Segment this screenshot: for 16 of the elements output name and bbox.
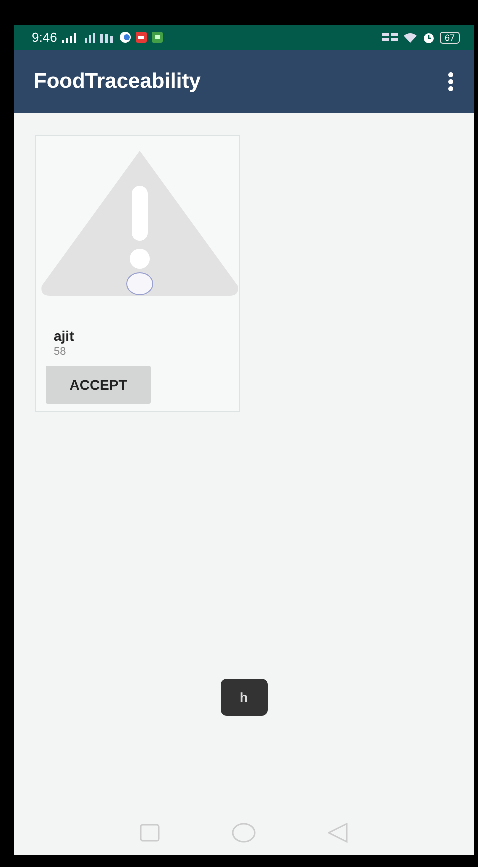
accept-button[interactable]: ACCEPT <box>46 366 151 404</box>
battery-indicator: 67 <box>440 32 460 44</box>
toast-message: h <box>220 679 268 716</box>
home-icon[interactable] <box>232 822 256 842</box>
item-name: ajit <box>54 328 74 344</box>
alarm-icon <box>422 32 435 44</box>
more-options-icon[interactable] <box>448 72 454 92</box>
app-title: FoodTraceability <box>34 70 201 94</box>
back-icon[interactable] <box>328 822 348 842</box>
recents-icon[interactable] <box>140 824 160 842</box>
signal-icon <box>85 32 116 42</box>
message-icon <box>152 32 164 43</box>
video-icon <box>136 32 148 43</box>
wifi-icon <box>402 32 418 43</box>
status-time: 9:46 <box>32 30 58 45</box>
item-detail: 58 <box>54 346 66 358</box>
